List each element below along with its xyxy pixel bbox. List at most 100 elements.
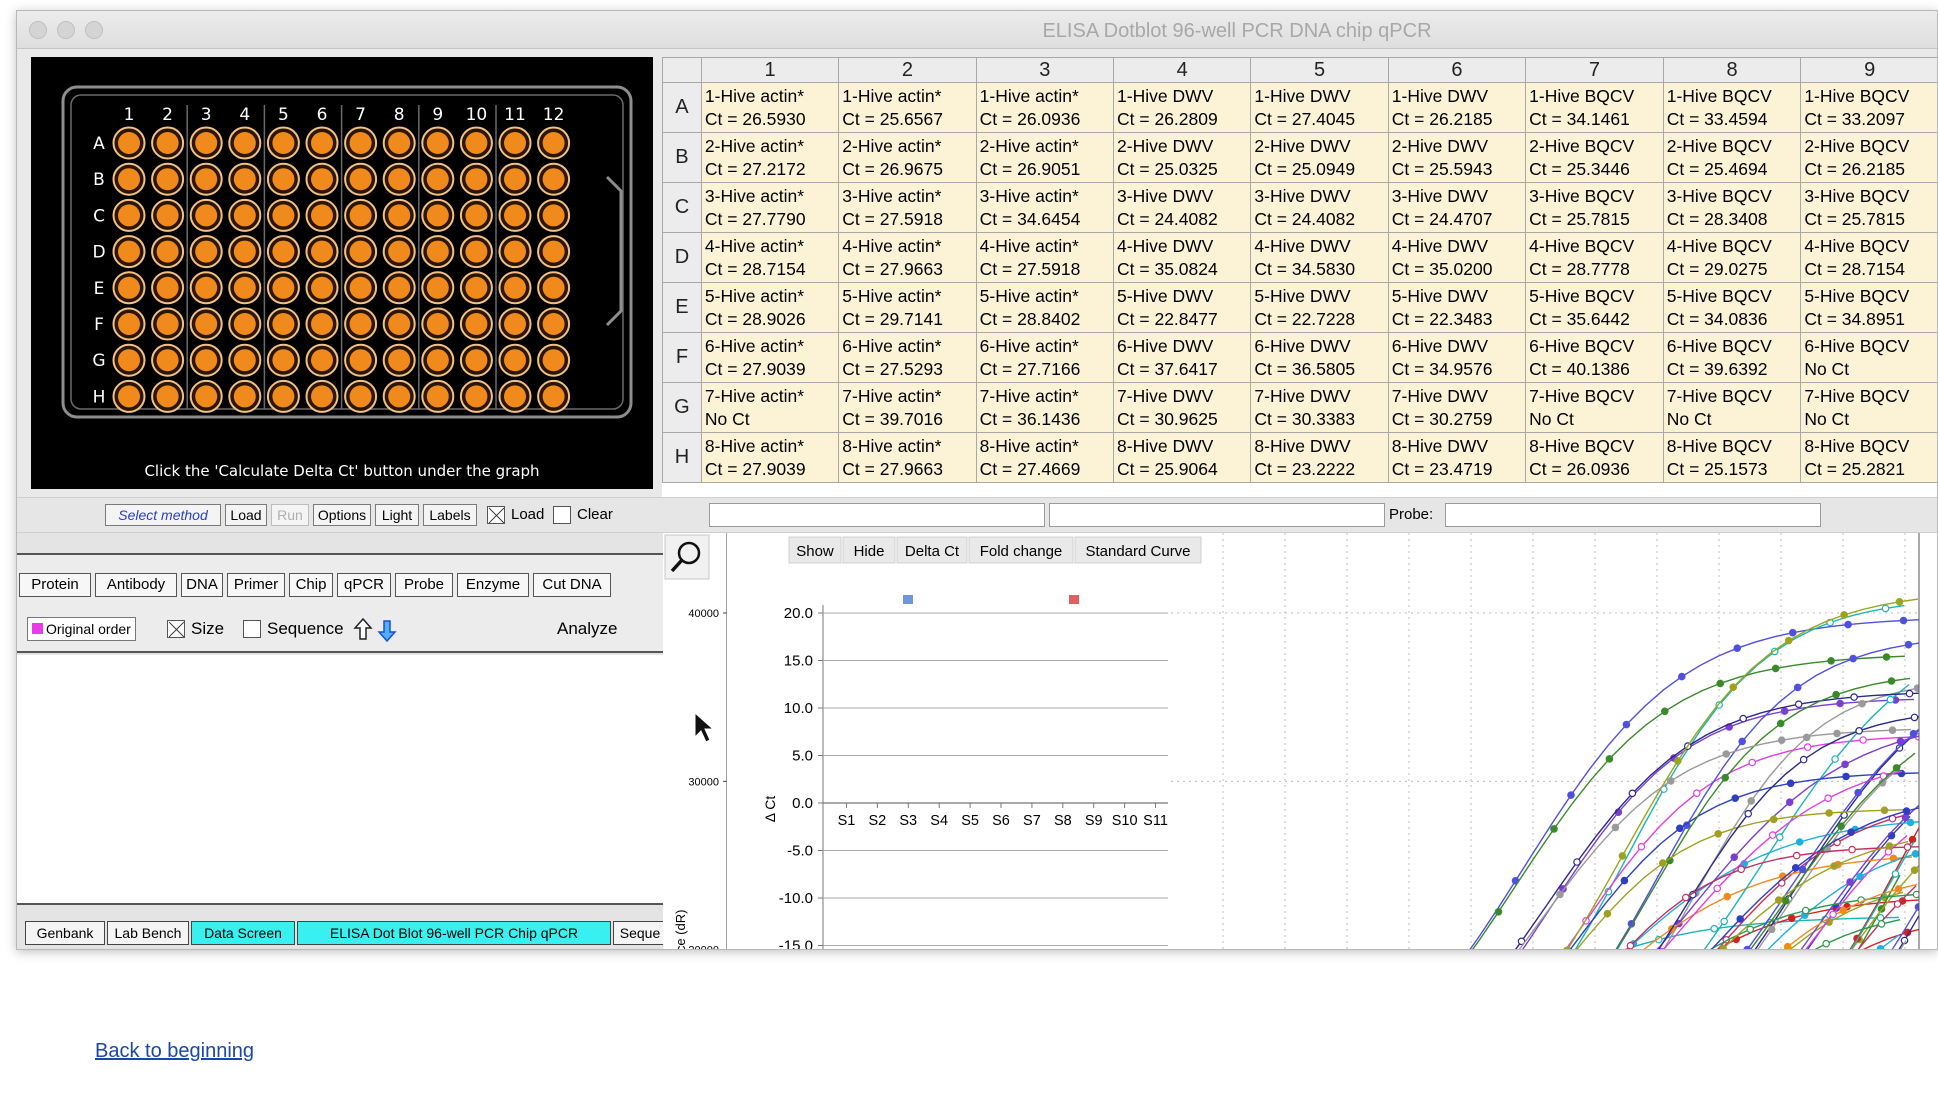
plate-well[interactable] (228, 235, 262, 269)
plate-well[interactable] (228, 379, 262, 413)
plate-well[interactable] (421, 379, 455, 413)
sort-down-icon[interactable] (377, 620, 397, 643)
grid-cell[interactable]: 8-Hive DWV Ct = 23.4719 (1387, 432, 1527, 483)
grid-cell[interactable]: 3-Hive actin* Ct = 27.5918 (838, 182, 977, 233)
grid-cell[interactable]: 4-Hive BQCV Ct = 28.7778 (1525, 232, 1664, 283)
plate-well[interactable] (151, 126, 185, 160)
plate-well[interactable] (266, 162, 300, 196)
plate-well[interactable] (459, 379, 493, 413)
plate-well[interactable] (537, 126, 571, 160)
grid-cell[interactable]: 2-Hive BQCV Ct = 26.2185 (1800, 132, 1937, 183)
grid-cell[interactable]: 2-Hive BQCV Ct = 25.3446 (1525, 132, 1664, 183)
tab-dna[interactable]: DNA (181, 573, 223, 597)
tab-probe[interactable]: Probe (395, 573, 453, 597)
plate-well[interactable] (189, 126, 223, 160)
plate-well[interactable] (459, 126, 493, 160)
grid-cell[interactable]: 4-Hive DWV Ct = 34.5830 (1250, 232, 1389, 283)
plate-well[interactable] (537, 162, 571, 196)
grid-cell[interactable]: 6-Hive BQCV Ct = 40.1386 (1525, 332, 1664, 383)
plate-well[interactable] (344, 379, 378, 413)
grid-cell[interactable]: 5-Hive BQCV Ct = 35.6442 (1525, 282, 1664, 333)
grid-cell[interactable]: 7-Hive actin* No Ct (700, 382, 840, 433)
sequence-list-area[interactable] (17, 655, 667, 905)
select-method-button[interactable]: Select method (105, 504, 221, 526)
plate-well[interactable] (382, 307, 416, 341)
grid-cell[interactable]: 6-Hive DWV Ct = 34.9576 (1387, 332, 1527, 383)
plate-well[interactable] (266, 379, 300, 413)
plate-well[interactable] (266, 235, 300, 269)
plate-well[interactable] (151, 162, 185, 196)
sort-arrows[interactable] (353, 617, 399, 643)
grid-cell[interactable]: 2-Hive actin* Ct = 27.2172 (700, 132, 840, 183)
tab-primer[interactable]: Primer (227, 573, 285, 597)
grid-cell[interactable]: 5-Hive BQCV Ct = 34.8951 (1800, 282, 1937, 333)
grid-cell[interactable]: 4-Hive actin* Ct = 27.9663 (838, 232, 977, 283)
grid-cell[interactable]: 7-Hive DWV Ct = 30.3383 (1250, 382, 1389, 433)
grid-cell[interactable]: 8-Hive actin* Ct = 27.9663 (838, 432, 977, 483)
size-checkbox[interactable] (167, 620, 185, 638)
plate-well[interactable] (459, 271, 493, 305)
plate-well[interactable] (112, 379, 146, 413)
grid-cell[interactable]: 8-Hive BQCV Ct = 26.0936 (1525, 432, 1664, 483)
plate-well[interactable] (189, 343, 223, 377)
chart-toolbar-fold-change-button[interactable]: Fold change (968, 536, 1074, 564)
probe-input[interactable] (1445, 503, 1821, 527)
plate-well[interactable] (151, 271, 185, 305)
chart-toolbar-hide-button[interactable]: Hide (842, 536, 896, 564)
nav-sequence[interactable]: Seque (613, 921, 667, 945)
plate-well[interactable] (459, 235, 493, 269)
grid-cell[interactable]: 2-Hive BQCV Ct = 25.4694 (1662, 132, 1802, 183)
grid-cell[interactable]: 1-Hive actin* Ct = 26.0936 (975, 82, 1115, 133)
plate-well[interactable] (228, 343, 262, 377)
plate-well[interactable] (151, 379, 185, 413)
plate-well[interactable] (189, 307, 223, 341)
plate-well[interactable] (228, 198, 262, 232)
plate-well[interactable] (228, 162, 262, 196)
grid-cell[interactable]: 4-Hive actin* Ct = 27.5918 (975, 232, 1115, 283)
light-button[interactable]: Light (375, 504, 419, 526)
grid-cell[interactable]: 1-Hive DWV Ct = 27.4045 (1250, 82, 1389, 133)
nav-data-screen[interactable]: Data Screen (191, 921, 295, 945)
method-field-1[interactable] (709, 503, 1045, 527)
plate-well[interactable] (498, 235, 532, 269)
grid-cell[interactable]: 3-Hive BQCV Ct = 25.7815 (1800, 182, 1937, 233)
plate-well[interactable] (112, 198, 146, 232)
grid-cell[interactable]: 6-Hive actin* Ct = 27.9039 (700, 332, 840, 383)
plate-well[interactable] (537, 307, 571, 341)
plate-well[interactable] (189, 379, 223, 413)
grid-cell[interactable]: 6-Hive actin* Ct = 27.5293 (838, 332, 977, 383)
grid-cell[interactable]: 7-Hive BQCV No Ct (1800, 382, 1937, 433)
plate-well[interactable] (344, 271, 378, 305)
grid-cell[interactable]: 6-Hive BQCV No Ct (1800, 332, 1937, 383)
plate-well[interactable] (344, 343, 378, 377)
grid-cell[interactable]: 4-Hive DWV Ct = 35.0200 (1387, 232, 1527, 283)
run-button[interactable]: Run (271, 504, 309, 526)
plate-well[interactable] (305, 235, 339, 269)
grid-cell[interactable]: 7-Hive actin* Ct = 39.7016 (838, 382, 977, 433)
grid-cell[interactable]: 1-Hive BQCV Ct = 33.2097 (1800, 82, 1937, 133)
grid-cell[interactable]: 2-Hive DWV Ct = 25.5943 (1387, 132, 1527, 183)
plate-well[interactable] (151, 198, 185, 232)
plate-well[interactable] (266, 271, 300, 305)
plate-well[interactable] (382, 162, 416, 196)
plate-well[interactable] (537, 271, 571, 305)
grid-cell[interactable]: 8-Hive actin* Ct = 27.4669 (975, 432, 1115, 483)
plate-well[interactable] (189, 271, 223, 305)
plate-well[interactable] (421, 343, 455, 377)
grid-cell[interactable]: 7-Hive actin* Ct = 36.1436 (975, 382, 1115, 433)
plate-well[interactable] (228, 271, 262, 305)
plate-well[interactable] (421, 198, 455, 232)
grid-cell[interactable]: 1-Hive BQCV Ct = 34.1461 (1525, 82, 1664, 133)
grid-cell[interactable]: 2-Hive actin* Ct = 26.9675 (838, 132, 977, 183)
nav-modes[interactable]: ELISA Dot Blot 96-well PCR Chip qPCR (297, 921, 611, 945)
grid-cell[interactable]: 5-Hive actin* Ct = 29.7141 (838, 282, 977, 333)
plate-well[interactable] (305, 162, 339, 196)
plate-well[interactable] (421, 235, 455, 269)
nav-genbank[interactable]: Genbank (25, 921, 105, 945)
plate-well[interactable] (498, 307, 532, 341)
plate-well[interactable] (498, 162, 532, 196)
plate-well[interactable] (305, 271, 339, 305)
grid-cell[interactable]: 6-Hive BQCV Ct = 39.6392 (1662, 332, 1802, 383)
grid-cell[interactable]: 1-Hive DWV Ct = 26.2809 (1113, 82, 1252, 133)
grid-cell[interactable]: 8-Hive DWV Ct = 25.9064 (1113, 432, 1252, 483)
